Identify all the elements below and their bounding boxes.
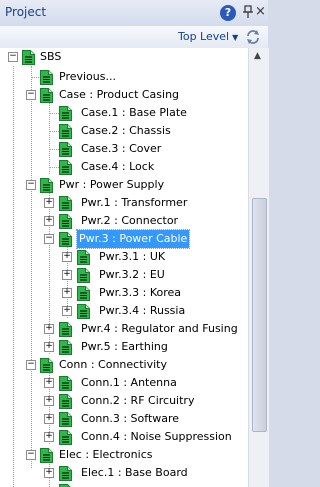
document-icon bbox=[59, 376, 72, 391]
expand-toggle[interactable]: + bbox=[44, 324, 54, 334]
tree-node-label: Pwr.2 : Connector bbox=[81, 214, 179, 227]
document-icon bbox=[40, 88, 53, 103]
tree-node-label: Conn.2 : RF Circuitry bbox=[81, 394, 195, 407]
document-icon bbox=[59, 430, 72, 445]
chevron-down-icon: ▼ bbox=[232, 33, 239, 42]
tree-node-label: Case.1 : Base Plate bbox=[81, 106, 187, 119]
document-icon bbox=[77, 286, 90, 301]
tree-node-label: Case : Product Casing bbox=[59, 88, 180, 101]
collapse-toggle[interactable]: − bbox=[44, 234, 54, 244]
collapse-toggle[interactable]: − bbox=[26, 90, 36, 100]
collapse-toggle[interactable]: − bbox=[26, 360, 36, 370]
document-icon bbox=[40, 358, 53, 373]
expand-toggle[interactable]: + bbox=[44, 198, 54, 208]
scroll-thumb[interactable] bbox=[252, 198, 267, 432]
tree-node-label: Conn.4 : Noise Suppression bbox=[81, 430, 232, 443]
panel-toolbar: Top Level ▼ bbox=[0, 26, 268, 49]
document-icon bbox=[59, 412, 72, 427]
refresh-icon[interactable] bbox=[245, 29, 261, 45]
document-icon bbox=[77, 268, 90, 283]
document-icon bbox=[59, 466, 72, 481]
close-icon[interactable]: × bbox=[255, 4, 266, 20]
document-icon bbox=[77, 250, 90, 265]
tree-node-label: SBS bbox=[40, 50, 62, 63]
pin-icon[interactable] bbox=[242, 5, 254, 19]
tree-node-label: Case.3 : Cover bbox=[81, 142, 162, 155]
document-icon bbox=[59, 142, 72, 157]
panel-title: Project bbox=[5, 5, 47, 19]
document-icon bbox=[22, 50, 35, 65]
tree-node-label: Pwr.3 : Power Cable bbox=[75, 229, 191, 249]
tree-guide-line bbox=[13, 66, 14, 487]
expand-toggle[interactable]: + bbox=[62, 252, 72, 262]
tree-node-label: Pwr.3.1 : UK bbox=[99, 250, 166, 263]
tree-scrollbar[interactable]: ▲ bbox=[248, 48, 269, 487]
document-icon bbox=[59, 340, 72, 355]
expand-toggle[interactable]: + bbox=[62, 270, 72, 280]
tree-node-label: Case.4 : Lock bbox=[81, 160, 155, 173]
document-icon bbox=[40, 448, 53, 463]
document-icon bbox=[40, 178, 53, 193]
tree-guide-line bbox=[49, 113, 59, 114]
expand-toggle[interactable]: + bbox=[44, 216, 54, 226]
help-icon[interactable]: ? bbox=[220, 5, 236, 21]
tree-guide-line bbox=[49, 131, 59, 132]
document-icon bbox=[59, 322, 72, 337]
tree-node-label: Elec : Electronics bbox=[59, 448, 153, 461]
tree-node-label: Conn.1 : Antenna bbox=[81, 376, 177, 389]
tree-node-label: Pwr.5 : Earthing bbox=[81, 340, 168, 353]
tree-node-label: Pwr : Power Supply bbox=[59, 178, 165, 191]
tree-node-label: Conn : Connectivity bbox=[59, 358, 167, 371]
expand-toggle[interactable]: + bbox=[62, 306, 72, 316]
collapse-toggle[interactable]: − bbox=[26, 180, 36, 190]
expand-toggle[interactable]: + bbox=[44, 432, 54, 442]
expand-toggle[interactable]: + bbox=[44, 396, 54, 406]
tree-node-label: Previous... bbox=[59, 70, 116, 83]
tree-node-label: Pwr.4 : Regulator and Fusing bbox=[81, 322, 238, 335]
tree-node-label: Pwr.3.2 : EU bbox=[99, 268, 165, 281]
tree-guide-line bbox=[31, 66, 32, 468]
expand-toggle[interactable]: + bbox=[44, 342, 54, 352]
document-icon bbox=[59, 106, 72, 121]
scroll-up-icon[interactable]: ▲ bbox=[254, 51, 261, 61]
tree-node-label: Pwr.3.4 : Russia bbox=[99, 304, 186, 317]
document-icon bbox=[59, 160, 72, 175]
tree-node-label: Conn.3 : Software bbox=[81, 412, 180, 425]
expand-toggle[interactable]: + bbox=[62, 288, 72, 298]
tree-node-label: Case.2 : Chassis bbox=[81, 124, 171, 137]
document-icon bbox=[59, 124, 72, 139]
tree-node-label: Elec.1 : Base Board bbox=[81, 466, 188, 479]
document-icon bbox=[77, 304, 90, 319]
document-icon bbox=[40, 70, 53, 85]
panel-titlebar: Project ? × bbox=[0, 0, 268, 26]
tree-node-label: Pwr.1 : Transformer bbox=[81, 196, 188, 209]
collapse-toggle[interactable]: − bbox=[26, 450, 36, 460]
document-icon bbox=[59, 196, 72, 211]
expand-toggle[interactable]: + bbox=[44, 414, 54, 424]
document-icon bbox=[59, 232, 72, 247]
level-dropdown-label: Top Level bbox=[178, 30, 230, 43]
project-tree[interactable]: − SBS Previous... − Case : Product Casin… bbox=[0, 48, 248, 487]
tree-node-label: Pwr.3.3 : Korea bbox=[99, 286, 182, 299]
document-icon bbox=[59, 394, 72, 409]
level-dropdown[interactable]: Top Level ▼ bbox=[178, 30, 238, 43]
expand-toggle[interactable]: + bbox=[44, 468, 54, 478]
expand-toggle[interactable]: + bbox=[44, 378, 54, 388]
collapse-toggle[interactable]: − bbox=[8, 52, 18, 62]
tree-guide-line bbox=[49, 167, 59, 168]
document-icon bbox=[59, 214, 72, 229]
tree-guide-line bbox=[49, 149, 59, 150]
